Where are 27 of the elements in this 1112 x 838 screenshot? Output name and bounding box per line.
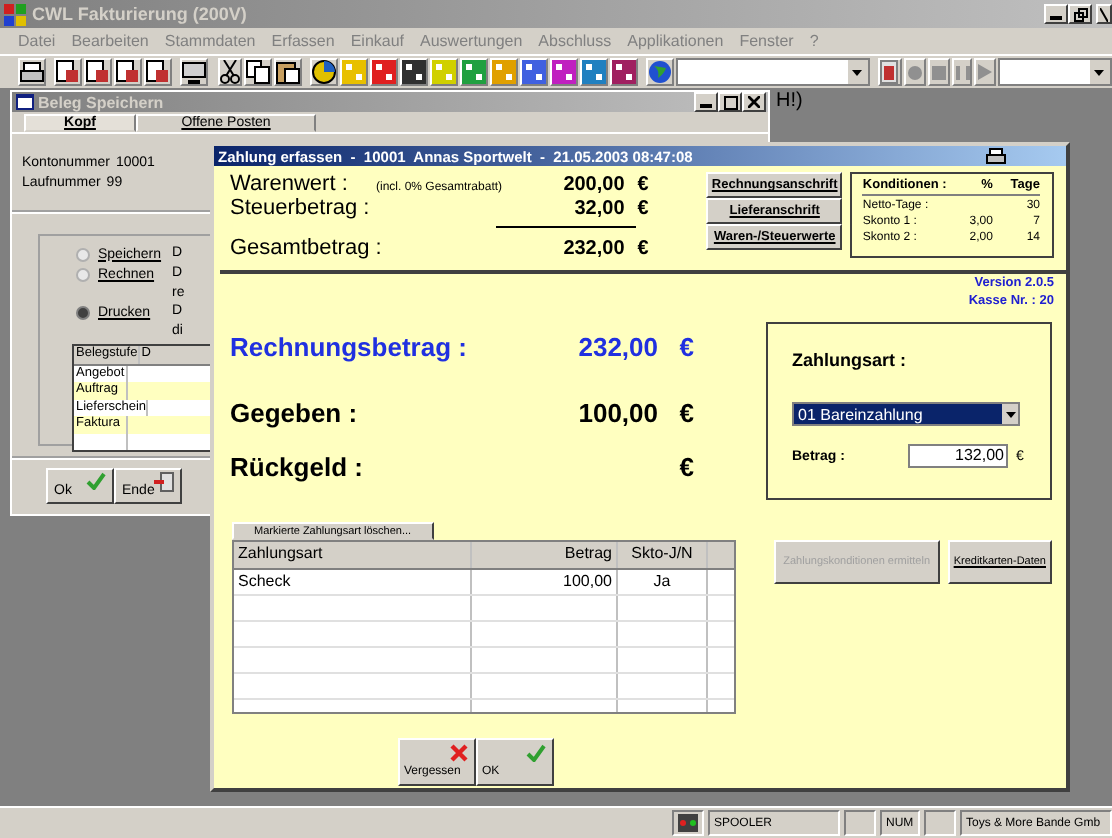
panel-heading: Zahlungsart : (792, 350, 909, 370)
currency-symbol: € (677, 451, 694, 481)
table-cell: 100,00 (472, 570, 618, 594)
table-cell: Scheck (234, 570, 472, 594)
amount-label: Steuerbetrag : (230, 196, 372, 220)
window-title: Beleg Speichern (38, 93, 164, 111)
currency-symbol: € (635, 174, 649, 196)
column-header: Skto-J/N (618, 542, 708, 568)
currency-symbol: € (635, 238, 649, 260)
amount-value: 32,00 (574, 198, 625, 220)
currency-symbol: € (635, 198, 649, 220)
currency-symbol: € (677, 397, 694, 427)
column-header: Zahlungsart (234, 542, 472, 568)
amount-value: 200,00 (563, 174, 625, 196)
table-cell: Ja (618, 570, 708, 594)
total-value: 232,00 (578, 331, 658, 361)
currency-symbol: € (677, 331, 694, 361)
window-title: CWL Fakturierung (200V) (32, 4, 247, 24)
total-value: 100,00 (578, 397, 658, 427)
amount-value: 232,00 (563, 238, 625, 260)
total-label: Gegeben : (230, 397, 358, 427)
total-label: Rechnungsbetrag : (230, 331, 467, 361)
window-text: H!) (776, 90, 803, 112)
total-label: Rückgeld : (230, 451, 363, 481)
amount-label: Gesamtbetrag : (230, 236, 376, 260)
column-header: Betrag (472, 542, 618, 568)
amount-label: Warenwert : (230, 172, 350, 196)
